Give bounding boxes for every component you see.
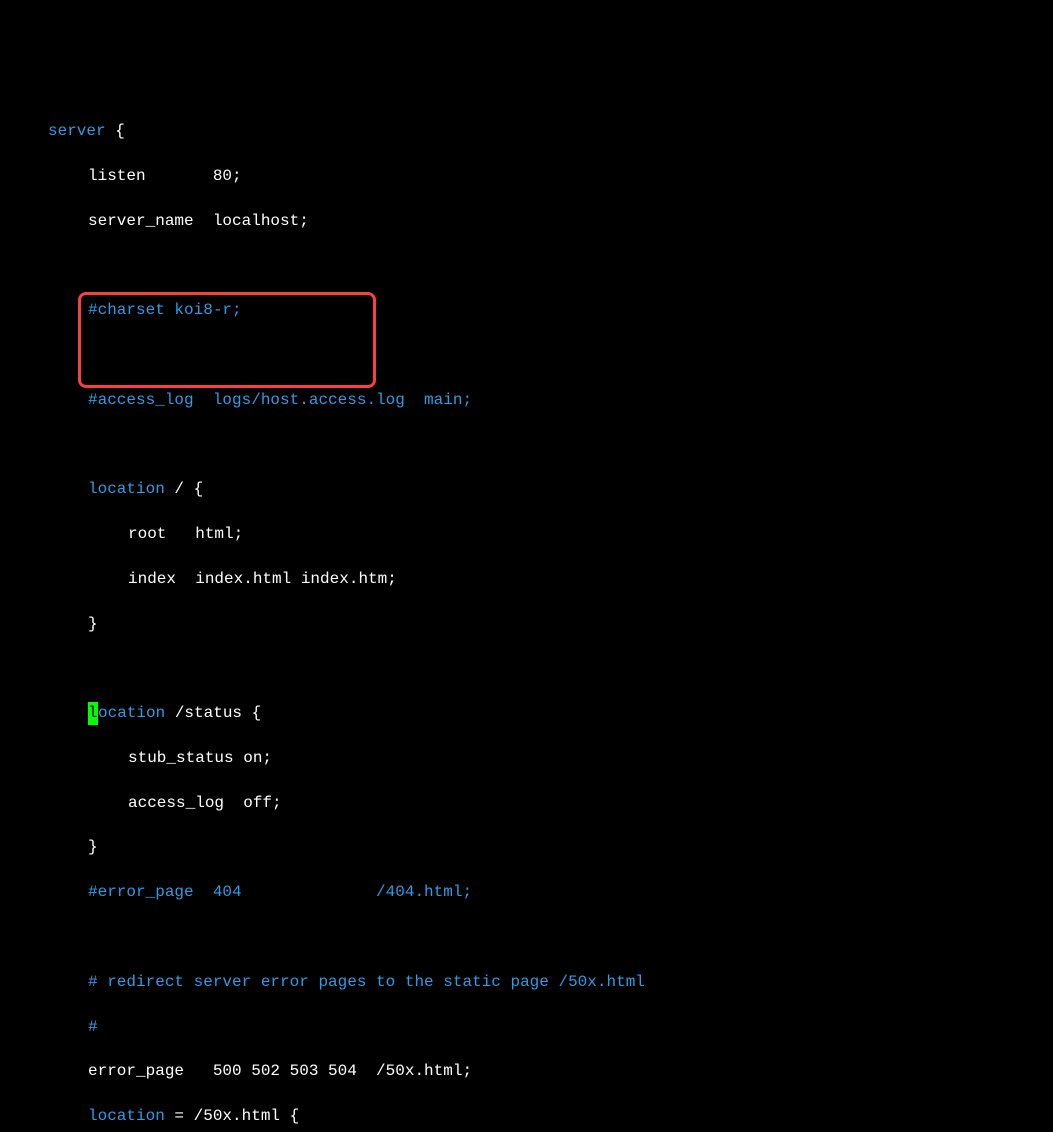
- comment-line: # redirect server error pages to the sta…: [0, 971, 1053, 993]
- path-brace: = /50x.html {: [165, 1107, 299, 1125]
- code-line: stub_status on;: [0, 747, 1053, 769]
- path-brace: / {: [165, 480, 203, 498]
- blank-line: [0, 433, 1053, 455]
- code-line-cursor: location /status {: [0, 702, 1053, 724]
- code-editor[interactable]: server { listen 80; server_name localhos…: [0, 98, 1053, 1132]
- brace: {: [106, 122, 125, 140]
- blank-line: [0, 344, 1053, 366]
- code-line: listen 80;: [0, 165, 1053, 187]
- comment-line: #error_page 404 /404.html;: [0, 881, 1053, 903]
- code-line: server_name localhost;: [0, 210, 1053, 232]
- code-line: access_log off;: [0, 792, 1053, 814]
- cursor: l: [88, 702, 98, 724]
- keyword-server: server: [48, 122, 106, 140]
- code-line: location / {: [0, 478, 1053, 500]
- path-brace: /status {: [165, 704, 261, 722]
- keyword-location-partial: ocation: [98, 704, 165, 722]
- comment-line: #access_log logs/host.access.log main;: [0, 389, 1053, 411]
- code-line: }: [0, 613, 1053, 635]
- code-line: root html;: [0, 523, 1053, 545]
- code-line: index index.html index.htm;: [0, 568, 1053, 590]
- comment-line: #: [0, 1016, 1053, 1038]
- blank-line: [0, 254, 1053, 276]
- keyword-location: location: [88, 480, 165, 498]
- blank-line: [0, 657, 1053, 679]
- code-line: error_page 500 502 503 504 /50x.html;: [0, 1060, 1053, 1082]
- keyword-location: location: [88, 1107, 165, 1125]
- blank-line: [0, 926, 1053, 948]
- code-line: }: [0, 836, 1053, 858]
- comment-line: #charset koi8-r;: [0, 299, 1053, 321]
- code-line: location = /50x.html {: [0, 1105, 1053, 1127]
- code-line: server {: [0, 120, 1053, 142]
